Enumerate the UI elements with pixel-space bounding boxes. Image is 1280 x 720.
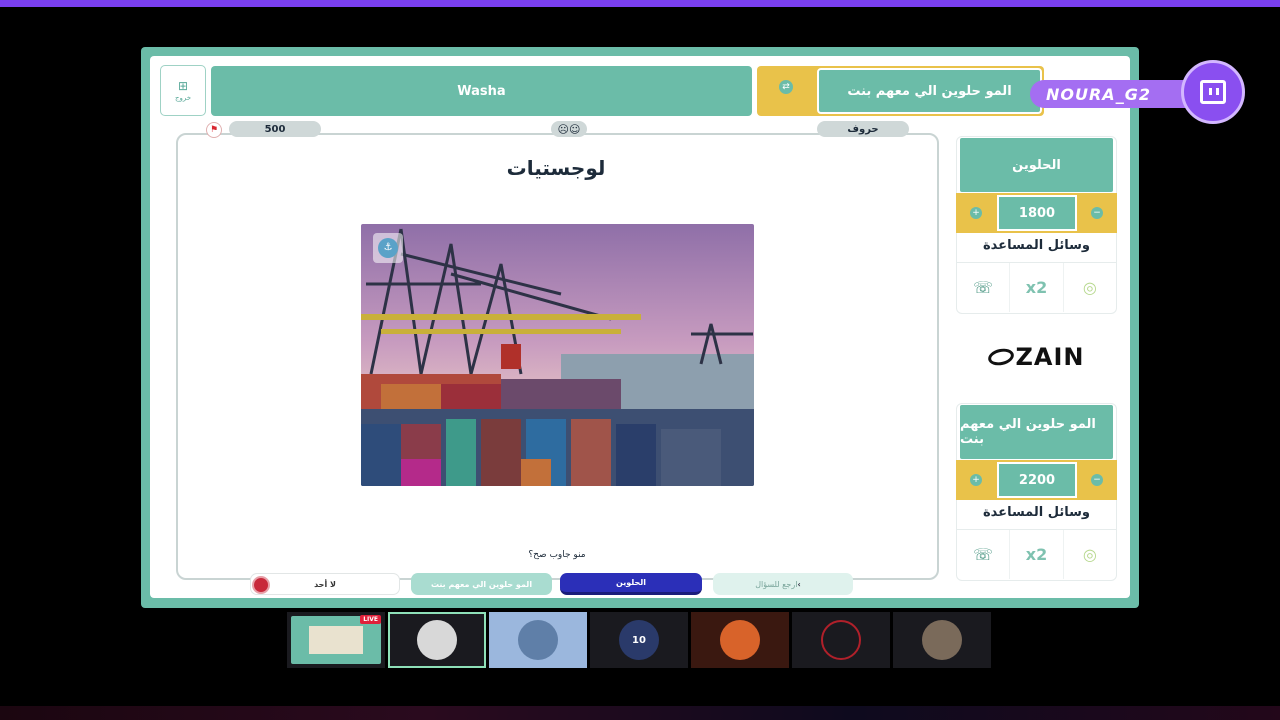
answer-team-a-button[interactable]: الحلوين	[560, 573, 702, 595]
back-to-question-button[interactable]: ارجع للسؤال ‹	[713, 573, 853, 595]
stream-top-bar	[0, 0, 1280, 7]
team-card-bottom-name: المو حلوين الي معهم بنت	[960, 405, 1113, 459]
avatar: 10	[619, 620, 659, 660]
decrease-score-icon[interactable]: −	[1091, 474, 1103, 486]
answer-none-label: لا أحد	[314, 579, 336, 589]
anchor-icon: ⚓	[378, 238, 398, 258]
aid-double-points[interactable]: x2	[1010, 530, 1064, 579]
avatar	[720, 620, 760, 660]
decrease-score-icon[interactable]: −	[1091, 207, 1103, 219]
participant-tile-screen[interactable]: LIVE	[287, 612, 385, 668]
report-flag-icon[interactable]: ⚑	[206, 122, 222, 138]
channel-name-tag: NOURA_G2	[1030, 80, 1190, 108]
question-title: لوجستيات	[506, 156, 606, 180]
timer-icon: ◎	[1082, 545, 1097, 564]
twitch-icon	[1181, 60, 1245, 124]
team-bottom-score-value: 2200	[1018, 472, 1056, 488]
zain-swirl-icon	[986, 346, 1015, 368]
double-points-icon: x2	[1025, 545, 1048, 564]
bottom-glow	[0, 706, 1280, 720]
team-b-name: المو حلوين الي معهم بنت	[847, 83, 1012, 99]
team-top-aids: ☏ x2 ◎	[957, 262, 1116, 312]
answer-team-a-label: الحلوين	[616, 578, 646, 587]
team-card-top-name: الحلوين	[960, 138, 1113, 192]
team-top-aids-title: وسائل المساعدة	[983, 238, 1090, 253]
team-b-bar: المو حلوين الي معهم بنت	[817, 68, 1042, 114]
timer-icon: ◎	[1082, 278, 1097, 297]
team-a-name: Washa	[457, 83, 506, 99]
answer-team-b-label: المو حلوين الي معهم بنت	[430, 579, 533, 589]
aid-call-friend[interactable]: ☏	[957, 263, 1011, 312]
channel-name: NOURA_G2	[1046, 84, 1151, 104]
category-value: حروف	[847, 123, 879, 135]
who-answered-label: منو جاوب صح؟	[528, 550, 586, 560]
sponsor-logo: ZAIN	[966, 340, 1106, 374]
avatar	[922, 620, 962, 660]
exit-icon: ⊞	[177, 78, 189, 93]
record-dot-icon	[252, 576, 270, 594]
reaction-faces-icon[interactable]: ☹☺	[551, 121, 587, 137]
live-badge: LIVE	[360, 615, 381, 624]
image-zoom-badge[interactable]: ⚓	[373, 233, 403, 263]
team-top-score-value: 1800	[1018, 205, 1056, 221]
team-a-bar: Washa	[211, 66, 752, 116]
participant-tile[interactable]	[893, 612, 991, 668]
participant-tile[interactable]	[388, 612, 486, 668]
question-category: حروف	[817, 121, 909, 137]
aid-call-friend[interactable]: ☏	[957, 530, 1011, 579]
question-image	[361, 224, 754, 486]
question-points: 500	[229, 121, 321, 137]
jersey-number: 10	[632, 634, 646, 646]
exit-button[interactable]: ⊞ خروج	[160, 65, 206, 116]
team-top-score: 1800	[997, 195, 1077, 231]
team-bottom-name: المو حلوين الي معهم بنت	[960, 417, 1096, 447]
increase-score-icon[interactable]: +	[970, 207, 982, 219]
aid-skip[interactable]: ◎	[1064, 530, 1116, 579]
aid-skip[interactable]: ◎	[1064, 263, 1116, 312]
exit-label: خروج	[174, 93, 192, 102]
avatar	[821, 620, 861, 660]
team-bottom-aids: ☏ x2 ◎	[957, 529, 1116, 579]
avatar	[417, 620, 457, 660]
increase-score-icon[interactable]: +	[970, 474, 982, 486]
answer-none-button[interactable]: لا أحد	[250, 573, 400, 595]
participant-tile[interactable]: 10	[590, 612, 688, 668]
chevron-left-icon: ‹	[797, 579, 801, 589]
aid-double-points[interactable]: x2	[1010, 263, 1064, 312]
turn-icon: ⇄	[772, 80, 800, 104]
double-points-icon: x2	[1025, 278, 1048, 297]
points-value: 500	[264, 123, 286, 135]
sponsor-name: ZAIN	[1015, 343, 1085, 371]
team-top-name: الحلوين	[1012, 157, 1061, 173]
participant-tile[interactable]	[489, 612, 587, 668]
team-bottom-aids-title: وسائل المساعدة	[983, 505, 1090, 520]
team-bottom-score: 2200	[997, 462, 1077, 498]
call-friend-icon: ☏	[973, 278, 994, 297]
call-friend-icon: ☏	[973, 545, 994, 564]
back-label: ارجع للسؤال	[755, 579, 798, 589]
answer-team-b-button[interactable]: المو حلوين الي معهم بنت	[411, 573, 552, 595]
avatar	[518, 620, 558, 660]
participant-tile[interactable]	[792, 612, 890, 668]
participant-tile[interactable]	[691, 612, 789, 668]
participant-strip: LIVE 10	[287, 612, 994, 668]
